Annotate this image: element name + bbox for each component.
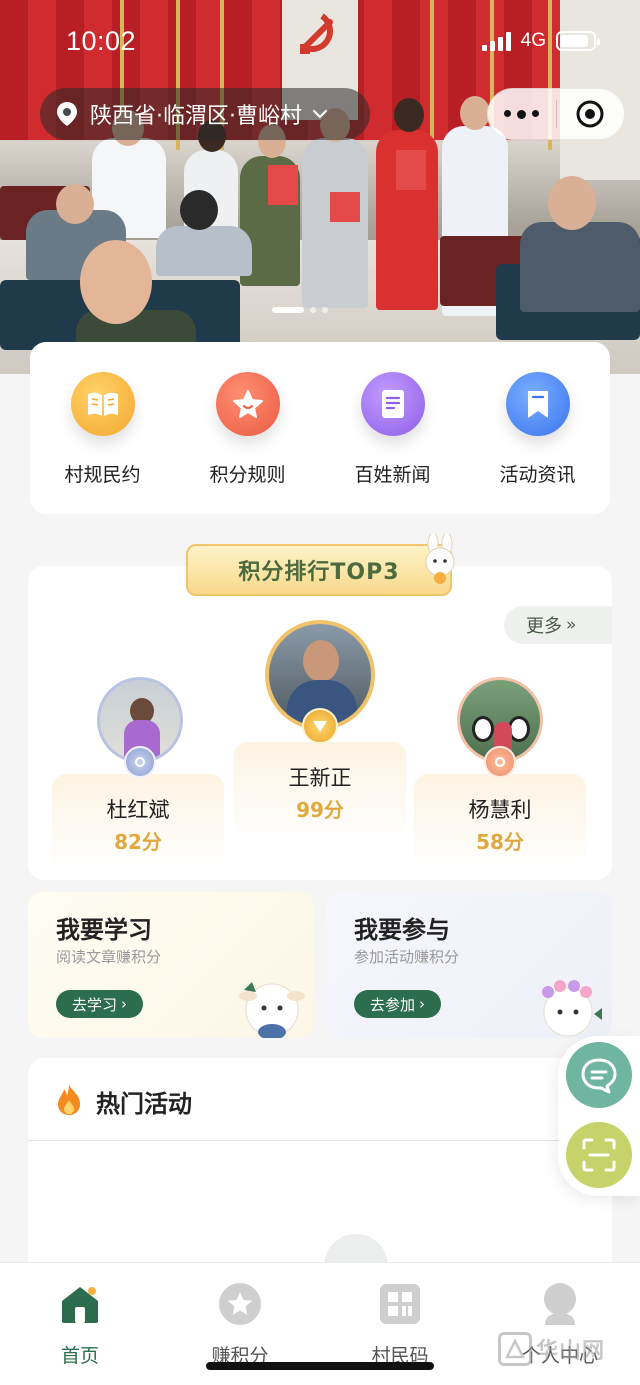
chevron-right-icon: › — [121, 995, 128, 1013]
study-card[interactable]: 我要学习 阅读文章赚积分 去学习 › — [28, 892, 314, 1038]
go-join-label: 去参加 — [370, 995, 416, 1014]
go-study-button[interactable]: 去学习 › — [56, 990, 144, 1018]
avatar-panda — [472, 716, 494, 742]
first-name: 王新正 — [288, 766, 352, 790]
ranking-title-banner: 积分排行TOP3 — [186, 534, 455, 596]
hot-activities-title: 热门活动 — [96, 1090, 192, 1118]
go-join-button[interactable]: 去参加 › — [354, 990, 442, 1018]
flag-pole — [430, 0, 434, 150]
quick-item-label: 百姓新闻 — [354, 464, 431, 486]
tab-label: 首页 — [60, 1345, 99, 1367]
location-pin-icon — [57, 102, 77, 126]
quick-item-news[interactable]: 百姓新闻 — [323, 372, 463, 514]
star-icon — [215, 372, 280, 436]
person-head — [180, 190, 218, 230]
join-subtitle: 参加活动赚积分 — [354, 948, 460, 966]
battery-icon — [556, 31, 600, 51]
user-icon — [537, 1281, 583, 1327]
watermark: 华山网 — [498, 1332, 605, 1366]
tab-home[interactable]: 首页 — [0, 1263, 160, 1385]
more-ranking-button[interactable]: 更多 » — [504, 606, 612, 644]
second-score: 82分 — [114, 830, 162, 854]
quick-item-label: 活动资讯 — [499, 464, 576, 486]
quick-item-label: 村规民约 — [64, 464, 141, 486]
quick-menu-card: 村规民约 积分规则 百姓新闻 活动资讯 — [30, 342, 610, 514]
more-options-icon[interactable] — [488, 109, 556, 119]
join-title: 我要参与 — [354, 916, 450, 944]
quick-item-points-rules[interactable]: 积分规则 — [178, 372, 318, 514]
certificate — [396, 150, 426, 190]
first-score: 99分 — [296, 798, 344, 822]
seated-person — [156, 226, 252, 276]
carousel-dot — [322, 307, 328, 313]
location-label: 陕西省·临渭区·曹峪村 — [90, 104, 302, 129]
person — [302, 138, 368, 308]
person-head — [548, 176, 596, 230]
status-indicators: 4G — [481, 30, 600, 52]
signal-icon — [481, 31, 511, 51]
chat-button[interactable] — [566, 1042, 632, 1108]
bronze-medal-icon — [484, 746, 516, 778]
hot-activities-card: 热门活动 — [28, 1058, 612, 1278]
location-selector[interactable]: 陕西省·临渭区·曹峪村 — [40, 88, 370, 140]
silver-medal-icon — [124, 746, 156, 778]
go-study-label: 去学习 — [72, 995, 118, 1014]
quick-item-activities[interactable]: 活动资讯 — [468, 372, 608, 514]
tab-profile[interactable]: 个人中心 — [480, 1263, 640, 1385]
person-head — [56, 184, 94, 224]
carousel-dot — [310, 307, 316, 313]
chat-bubble-icon — [581, 1058, 617, 1094]
close-miniprogram-icon[interactable] — [557, 99, 625, 129]
study-subtitle: 阅读文章赚积分 — [56, 948, 162, 966]
fire-icon — [58, 1084, 80, 1115]
certificate — [330, 192, 360, 222]
bookmark-icon — [505, 372, 570, 436]
book-icon — [70, 372, 135, 436]
scan-button[interactable] — [566, 1122, 632, 1188]
third-score: 58分 — [476, 830, 524, 854]
watermark-logo-icon — [498, 1332, 532, 1366]
join-card[interactable]: 我要参与 参加活动赚积分 去参加 › — [326, 892, 612, 1038]
document-icon — [360, 372, 425, 436]
home-indicator — [206, 1362, 434, 1370]
sheep-mascot-icon — [239, 982, 305, 1038]
sheep-flower-mascot-icon — [542, 980, 602, 1037]
divider — [28, 1140, 612, 1141]
scan-icon — [582, 1138, 616, 1172]
bunny-mascot-icon — [425, 534, 455, 584]
quick-item-label: 积分规则 — [209, 464, 286, 486]
status-time: 10:02 — [66, 26, 137, 56]
second-name: 杜红斌 — [106, 798, 170, 822]
certificate — [268, 165, 298, 205]
avatar-face — [303, 640, 339, 682]
person-head — [394, 98, 424, 132]
floating-action-panel — [558, 1036, 640, 1196]
home-icon — [57, 1281, 103, 1327]
study-title: 我要学习 — [56, 916, 152, 944]
carousel-dot-active — [272, 307, 304, 313]
network-type: 4G — [520, 30, 546, 51]
person-head — [80, 240, 152, 324]
more-label: 更多 — [526, 616, 562, 637]
chevron-down-icon — [312, 109, 328, 119]
ranking-title: 积分排行TOP3 — [238, 560, 400, 585]
double-chevron-right-icon: » — [566, 615, 577, 635]
star-circle-icon — [217, 1281, 263, 1327]
qr-code-icon — [377, 1281, 423, 1327]
quick-item-village-rules[interactable]: 村规民约 — [33, 372, 173, 514]
seated-person — [520, 222, 640, 312]
watermark-text: 华山网 — [536, 1339, 606, 1364]
third-name: 杨慧利 — [468, 798, 532, 822]
chevron-right-icon: › — [419, 995, 426, 1013]
gold-medal-icon — [302, 708, 338, 744]
person-head — [460, 96, 490, 130]
carousel-indicator — [272, 307, 328, 313]
miniprogram-capsule — [487, 88, 625, 140]
